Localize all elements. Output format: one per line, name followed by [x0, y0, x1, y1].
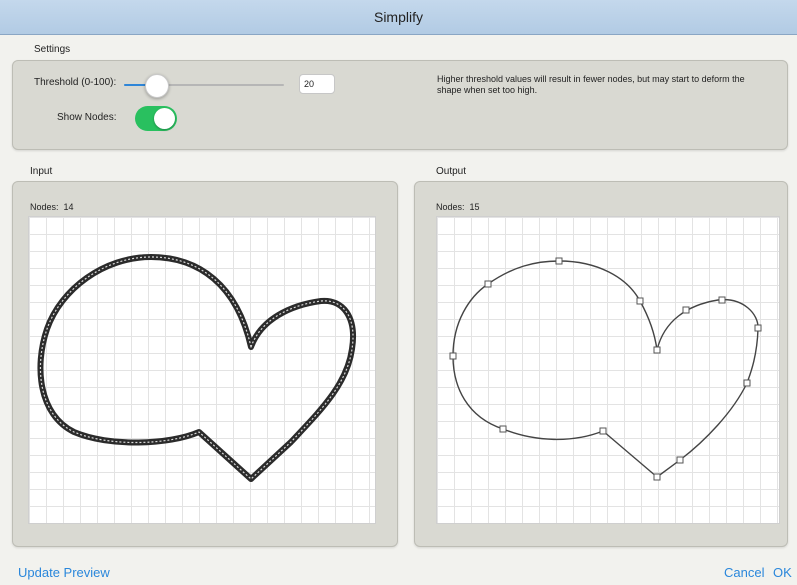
- input-canvas: [28, 216, 376, 524]
- input-nodes-value: 14: [63, 202, 74, 212]
- output-node: [653, 473, 661, 481]
- cancel-button[interactable]: Cancel: [724, 565, 764, 580]
- output-node: [636, 297, 644, 305]
- output-node: [449, 352, 457, 360]
- output-node: [743, 379, 751, 387]
- window-title: Simplify: [373, 9, 423, 25]
- output-shape-drawing: [449, 257, 762, 481]
- output-node: [555, 257, 563, 265]
- output-section-label: Output: [436, 166, 467, 177]
- threshold-slider-knob[interactable]: [145, 74, 169, 98]
- output-nodes-count: Nodes: 15: [436, 202, 480, 212]
- threshold-input[interactable]: [299, 74, 335, 94]
- threshold-slider[interactable]: [124, 74, 284, 98]
- threshold-help-text: Higher threshold values will result in f…: [437, 74, 745, 95]
- output-node: [754, 324, 762, 332]
- output-node: [499, 425, 507, 433]
- input-nodes-count: Nodes: 14: [30, 202, 74, 212]
- output-node: [718, 296, 726, 304]
- output-node: [484, 280, 492, 288]
- show-nodes-toggle-knob: [154, 108, 175, 129]
- output-node: [599, 427, 607, 435]
- output-canvas: [436, 216, 780, 524]
- output-nodes-label: Nodes:: [436, 202, 465, 212]
- input-nodes-label: Nodes:: [30, 202, 59, 212]
- threshold-label: Threshold (0-100):: [34, 77, 117, 88]
- output-nodes-value: 15: [469, 202, 480, 212]
- title-bar: Simplify: [0, 0, 797, 35]
- output-node: [682, 306, 690, 314]
- update-preview-button[interactable]: Update Preview: [18, 565, 110, 580]
- input-shape-drawing: [37, 254, 356, 482]
- ok-button[interactable]: OK: [773, 565, 792, 580]
- input-section-label: Input: [30, 166, 53, 177]
- output-node: [676, 456, 684, 464]
- show-nodes-label: Show Nodes:: [57, 112, 117, 123]
- settings-section-label: Settings: [34, 44, 71, 55]
- output-node: [653, 346, 661, 354]
- show-nodes-toggle[interactable]: [135, 106, 177, 131]
